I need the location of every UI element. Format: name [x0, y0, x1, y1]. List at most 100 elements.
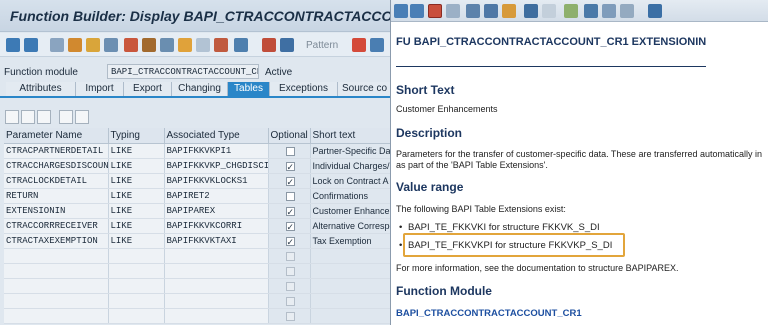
short-text-cell[interactable]: Confirmations	[310, 188, 392, 204]
document-icon[interactable]	[524, 4, 538, 18]
empty-cell[interactable]	[108, 308, 165, 324]
optional-checkbox[interactable]: ✓	[285, 206, 295, 216]
insert-row-icon[interactable]	[59, 110, 73, 124]
optional-checkbox[interactable]	[285, 251, 295, 261]
navigation-window-icon[interactable]	[196, 38, 210, 52]
associated-type-cell[interactable]: BAPIPAREX	[164, 203, 269, 219]
edit-icon[interactable]	[466, 4, 480, 18]
other-object-icon[interactable]	[68, 38, 82, 52]
empty-table-row[interactable]	[4, 248, 392, 264]
function-module-field[interactable]: BAPI_CTRACCONTRACTACCOUNT_CR1	[107, 64, 259, 79]
optional-checkbox[interactable]	[285, 311, 295, 321]
short-text-cell[interactable]: Partner-Specific Dat	[310, 143, 392, 159]
typing-cell[interactable]: LIKE	[108, 203, 165, 219]
parameter-name-cell[interactable]: CTRACTAXEXEMPTION	[4, 233, 109, 249]
empty-table-row[interactable]	[4, 293, 392, 309]
history-icon[interactable]	[446, 4, 460, 18]
parameter-name-cell[interactable]: CTRACCORRRECEIVER	[4, 218, 109, 234]
optional-checkbox[interactable]: ✓	[285, 221, 295, 231]
tab-attributes[interactable]: Attributes	[6, 82, 76, 96]
empty-cell[interactable]	[268, 248, 311, 264]
short-text-cell[interactable]: Alternative Correspo	[310, 218, 392, 234]
optional-checkbox[interactable]: ✓	[285, 236, 295, 246]
column-optional[interactable]: Optional	[268, 128, 311, 144]
parameter-name-cell[interactable]: CTRACPARTNERDETAIL	[4, 143, 109, 159]
empty-cell[interactable]	[164, 293, 269, 309]
empty-cell[interactable]	[4, 308, 109, 324]
check-icon[interactable]	[86, 38, 100, 52]
column-associated-type[interactable]: Associated Type	[164, 128, 269, 144]
short-text-cell[interactable]: Individual Charges/Di	[310, 158, 392, 174]
tab-import[interactable]: Import	[76, 82, 124, 96]
typing-cell[interactable]: LIKE	[108, 143, 165, 159]
home-icon[interactable]	[428, 4, 442, 18]
empty-cell[interactable]	[268, 278, 311, 294]
find-icon[interactable]	[542, 4, 556, 18]
copy-row-icon[interactable]	[21, 110, 35, 124]
pattern-button[interactable]: Pattern	[306, 40, 338, 51]
empty-cell[interactable]	[268, 308, 311, 324]
associated-type-cell[interactable]: BAPIFKKVKCORRI	[164, 218, 269, 234]
empty-cell[interactable]	[4, 263, 109, 279]
empty-cell[interactable]	[4, 248, 109, 264]
empty-table-row[interactable]	[4, 308, 392, 324]
short-text-cell[interactable]: Customer Enhancer	[310, 203, 392, 219]
cut-icon[interactable]	[262, 38, 276, 52]
empty-cell[interactable]	[268, 263, 311, 279]
cut-row-icon[interactable]	[5, 110, 19, 124]
associated-type-cell[interactable]: BAPIFKKVKP_CHGDISCI	[164, 158, 269, 174]
column-typing[interactable]: Typing	[108, 128, 165, 144]
table-row[interactable]: CTRACLOCKDETAIL LIKE BAPIFKKVKLOCKS1 ✓ Lock …	[4, 173, 392, 189]
save-icon[interactable]	[564, 4, 578, 18]
parameter-name-cell[interactable]: CTRACCHARGESDISCOUN...	[4, 158, 109, 174]
tab-source-code[interactable]: Source co	[338, 82, 392, 96]
table-row[interactable]: CTRACCHARGESDISCOUN...LIKEBAPIFKKVKP_CHG…	[4, 158, 392, 174]
empty-cell[interactable]	[164, 263, 269, 279]
close-icon[interactable]	[648, 4, 662, 18]
activate-icon[interactable]	[104, 38, 118, 52]
enhance-icon[interactable]	[234, 38, 248, 52]
associated-type-cell[interactable]: BAPIRET2	[164, 188, 269, 204]
empty-cell[interactable]	[310, 308, 392, 324]
tab-tables[interactable]: Tables	[228, 82, 270, 96]
empty-cell[interactable]	[4, 293, 109, 309]
settings-icon[interactable]	[484, 4, 498, 18]
parameter-name-cell[interactable]: CTRACLOCKDETAIL	[4, 173, 109, 189]
empty-table-row[interactable]	[4, 278, 392, 294]
optional-checkbox[interactable]	[285, 191, 295, 201]
download-icon[interactable]	[602, 4, 616, 18]
empty-table-row[interactable]	[4, 263, 392, 279]
empty-cell[interactable]	[310, 263, 392, 279]
back-icon[interactable]	[6, 38, 20, 52]
optional-checkbox[interactable]	[285, 266, 295, 276]
table-row[interactable]: EXTENSIONIN LIKE BAPIPAREX ✓ Customer Enhanc…	[4, 203, 392, 219]
function-module-link[interactable]: BAPI_CTRACCONTRACTACCOUNT_CR1	[396, 308, 582, 319]
pretty-printer-icon[interactable]	[352, 38, 366, 52]
empty-cell[interactable]	[310, 278, 392, 294]
typing-cell[interactable]: LIKE	[108, 158, 165, 174]
associated-type-cell[interactable]: BAPIFKKVKTAXI	[164, 233, 269, 249]
associated-type-cell[interactable]: BAPIFKKVKPI1	[164, 143, 269, 159]
column-short-text[interactable]: Short text	[310, 128, 392, 144]
empty-cell[interactable]	[108, 263, 165, 279]
parameter-name-cell[interactable]: EXTENSIONIN	[4, 203, 109, 219]
empty-cell[interactable]	[310, 293, 392, 309]
paste-row-icon[interactable]	[37, 110, 51, 124]
optional-checkbox[interactable]: ✓	[285, 176, 295, 186]
copy-icon[interactable]	[280, 38, 294, 52]
help-icon[interactable]	[370, 38, 384, 52]
back-icon[interactable]	[394, 4, 408, 18]
optional-checkbox[interactable]	[285, 146, 295, 156]
empty-cell[interactable]	[268, 293, 311, 309]
associated-type-cell[interactable]: BAPIFKKVKLOCKS1	[164, 173, 269, 189]
optional-checkbox[interactable]: ✓	[285, 161, 295, 171]
person-icon[interactable]	[502, 4, 516, 18]
delete-row-icon[interactable]	[75, 110, 89, 124]
empty-cell[interactable]	[164, 308, 269, 324]
forward-icon[interactable]	[410, 4, 424, 18]
empty-cell[interactable]	[164, 248, 269, 264]
display-change-icon[interactable]	[50, 38, 64, 52]
empty-cell[interactable]	[164, 278, 269, 294]
short-text-cell[interactable]: Tax Exemption	[310, 233, 392, 249]
info-icon[interactable]	[214, 38, 228, 52]
